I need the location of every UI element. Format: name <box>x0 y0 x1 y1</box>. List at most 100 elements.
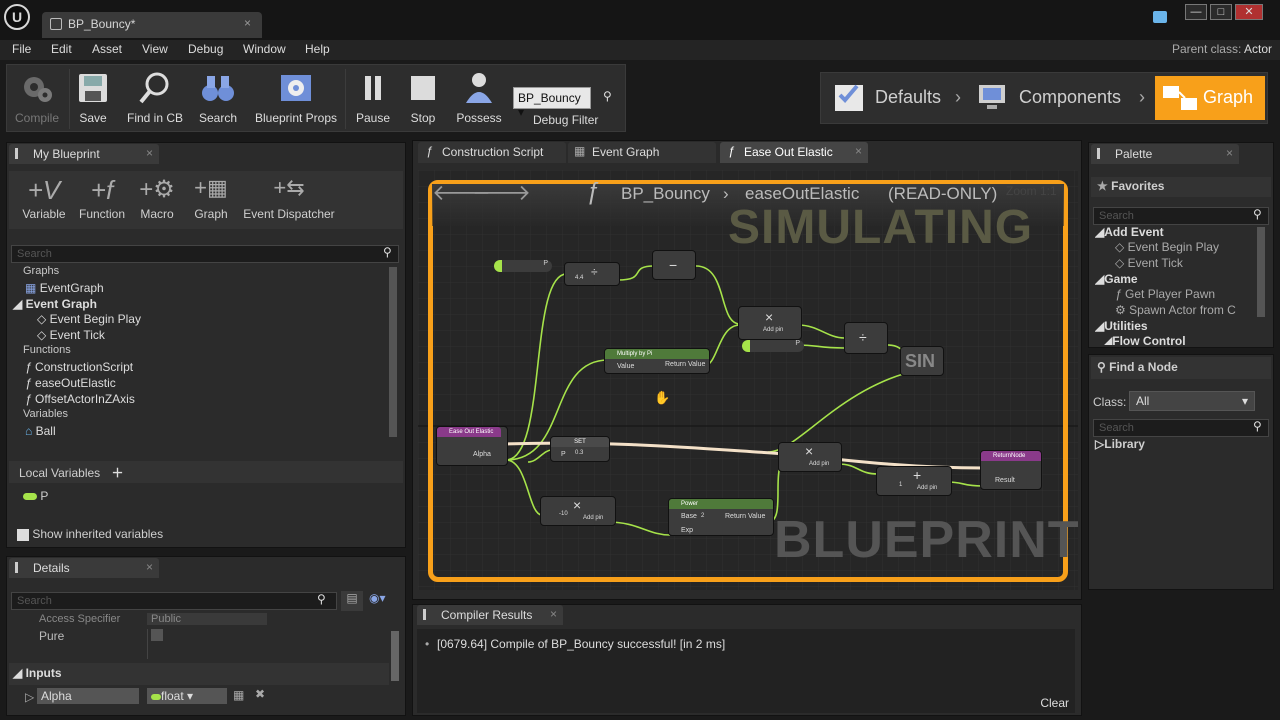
menu-view[interactable]: View <box>142 42 168 56</box>
tree-category-event-graph[interactable]: ◢ Event Graph <box>11 297 391 312</box>
palette-search-input[interactable]: Search <box>1093 207 1269 225</box>
debug-filter-dropdown[interactable]: BP_Bouncy ▾ <box>513 87 591 119</box>
details-scrollbar[interactable] <box>391 631 399 681</box>
class-dropdown[interactable]: All ▾ <box>1129 391 1255 411</box>
search-button[interactable]: Search <box>193 71 243 125</box>
access-specifier-dropdown[interactable]: Public <box>147 613 267 625</box>
mode-components[interactable]: Components <box>1019 87 1121 108</box>
tree-item-ease-out-elastic[interactable]: ƒ easeOutElastic <box>11 376 391 392</box>
multiply-node-3[interactable]: × Add pin <box>778 442 842 472</box>
tab-details[interactable]: Details × <box>9 558 159 578</box>
tree-scrollbar[interactable] <box>389 267 397 437</box>
menu-help[interactable]: Help <box>305 42 330 56</box>
mode-graph[interactable]: Graph <box>1155 76 1265 120</box>
tab-palette[interactable]: Palette × <box>1091 144 1239 164</box>
tab-my-blueprint[interactable]: My Blueprint × <box>9 144 159 164</box>
multiply-by-pi-node[interactable]: Multiply by Pi Value Return Value <box>604 348 710 374</box>
palette-item-get-player-pawn[interactable]: ƒ Get Player Pawn <box>1095 287 1255 303</box>
type-dropdown[interactable]: float ▾ <box>147 688 227 704</box>
palette-category-flow-control[interactable]: ◢Flow Control <box>1095 334 1255 345</box>
get-p-node-2[interactable]: P <box>742 340 804 352</box>
tree-item-event-begin-play[interactable]: ◇ Event Begin Play <box>11 312 391 328</box>
get-p-node[interactable]: P <box>494 260 552 272</box>
local-variable-p[interactable]: P <box>23 489 48 503</box>
tree-item-construction-script[interactable]: ƒ ConstructionScript <box>11 360 391 376</box>
chat-icon[interactable] <box>1153 11 1167 23</box>
sin-node[interactable]: SIN <box>900 346 944 376</box>
visibility-eye-icon[interactable]: ◉▾ <box>369 591 386 605</box>
multiply-node-1[interactable]: × Add pin <box>738 306 802 340</box>
clear-button[interactable]: Clear <box>1040 696 1069 710</box>
set-p-node[interactable]: SET P 0.3 <box>550 436 610 462</box>
divide-node-2[interactable]: ÷ <box>844 322 888 354</box>
property-matrix-icon[interactable]: ▤ <box>341 591 363 611</box>
maximize-button[interactable]: □ <box>1210 4 1232 20</box>
add-local-variable-icon[interactable]: ＋ <box>112 466 124 480</box>
blueprint-props-button[interactable]: Blueprint Props <box>251 71 341 125</box>
menu-debug[interactable]: Debug <box>188 42 223 56</box>
palette-item-event-tick[interactable]: ◇ Event Tick <box>1095 256 1255 272</box>
add-node[interactable]: +1 Add pin <box>876 466 952 496</box>
tree-item-event-graph[interactable]: ▦ EventGraph <box>11 281 391 297</box>
grid-icon[interactable]: ▦ <box>233 688 244 702</box>
stop-button[interactable]: Stop <box>403 71 443 125</box>
palette-category-add-event[interactable]: ◢Add Event <box>1095 225 1255 240</box>
close-icon[interactable]: × <box>146 146 153 160</box>
close-icon[interactable]: × <box>1226 146 1233 160</box>
details-search-input[interactable]: Search <box>11 592 337 610</box>
tree-item-event-tick[interactable]: ◇ Event Tick <box>11 328 391 344</box>
unreal-logo-icon[interactable]: U <box>4 4 30 30</box>
mode-defaults[interactable]: Defaults <box>875 87 941 108</box>
inputs-header[interactable]: ◢ Inputs <box>9 663 389 685</box>
find-node-search-input[interactable]: Search <box>1093 419 1269 437</box>
add-graph-button[interactable]: +▦ Graph <box>189 175 233 221</box>
palette-scrollbar[interactable] <box>1257 227 1265 317</box>
palette-category-game[interactable]: ◢Game <box>1095 272 1255 287</box>
add-function-button[interactable]: +f Function <box>77 175 127 221</box>
save-button[interactable]: Save <box>73 71 113 125</box>
ease-out-elastic-entry-node[interactable]: Ease Out Elastic Alpha <box>436 426 508 466</box>
favorites-header[interactable]: ★ Favorites <box>1091 177 1271 197</box>
menu-window[interactable]: Window <box>243 42 286 56</box>
tab-ease-out-elastic[interactable]: ƒ Ease Out Elastic × <box>720 142 868 163</box>
add-macro-button[interactable]: +⚙ Macro <box>135 175 179 221</box>
pause-button[interactable]: Pause <box>351 71 395 125</box>
palette-item-spawn-actor[interactable]: ⚙ Spawn Actor from C <box>1095 303 1255 319</box>
menu-asset[interactable]: Asset <box>92 42 122 56</box>
add-variable-button[interactable]: +V Variable <box>19 175 69 221</box>
tab-close-icon[interactable]: × <box>244 16 251 30</box>
close-icon[interactable]: × <box>146 560 153 574</box>
pure-checkbox[interactable] <box>151 629 163 641</box>
document-tab-bp-bouncy[interactable]: BP_Bouncy* × <box>42 12 262 38</box>
show-inherited-checkbox-row[interactable]: Show inherited variables <box>17 527 163 541</box>
divide-node[interactable]: 4.4 ÷ <box>564 262 620 286</box>
delete-icon[interactable]: ✖ <box>255 687 265 701</box>
tab-event-graph[interactable]: ▦ Event Graph <box>568 142 716 163</box>
subtract-node[interactable]: − <box>652 250 696 280</box>
tab-compiler-results[interactable]: Compiler Results × <box>417 605 563 625</box>
alpha-name-field[interactable]: Alpha <box>37 688 139 704</box>
multiply-node-2[interactable]: × -10 Add pin <box>540 496 616 526</box>
menu-edit[interactable]: Edit <box>51 42 72 56</box>
close-icon[interactable]: × <box>550 607 557 621</box>
checkbox[interactable] <box>17 528 29 541</box>
menu-file[interactable]: File <box>12 42 31 56</box>
my-blueprint-search-input[interactable]: Search <box>11 245 399 263</box>
graph-canvas[interactable]: 🡐 🡒 ƒ BP_Bouncy › easeOutElastic (READ-O… <box>418 170 1078 590</box>
return-node[interactable]: ReturnNode Result <box>980 450 1042 490</box>
palette-item-event-begin-play[interactable]: ◇ Event Begin Play <box>1095 240 1255 256</box>
tab-construction-script[interactable]: ƒ Construction Script <box>418 142 566 163</box>
possess-button[interactable]: Possess <box>453 71 505 125</box>
debug-search-icon[interactable]: ⚲ <box>603 89 612 103</box>
tree-item-ball[interactable]: ⌂ Ball <box>11 424 391 440</box>
add-event-dispatcher-button[interactable]: +⇆ Event Dispatcher <box>241 175 337 221</box>
window-close-button[interactable]: ✕ <box>1235 4 1263 20</box>
expand-arrow-icon[interactable]: ▷ <box>25 690 34 704</box>
compile-button[interactable]: Compile <box>11 71 63 125</box>
tree-item-offset-actor[interactable]: ƒ OffsetActorInZAxis <box>11 392 391 408</box>
power-node[interactable]: Power Base 2 Exp Return Value <box>668 498 774 536</box>
find-in-cb-button[interactable]: Find in CB <box>123 71 187 125</box>
library-tree-item[interactable]: ▷Library <box>1095 437 1145 451</box>
close-icon[interactable]: × <box>855 144 862 158</box>
minimize-button[interactable]: — <box>1185 4 1207 20</box>
